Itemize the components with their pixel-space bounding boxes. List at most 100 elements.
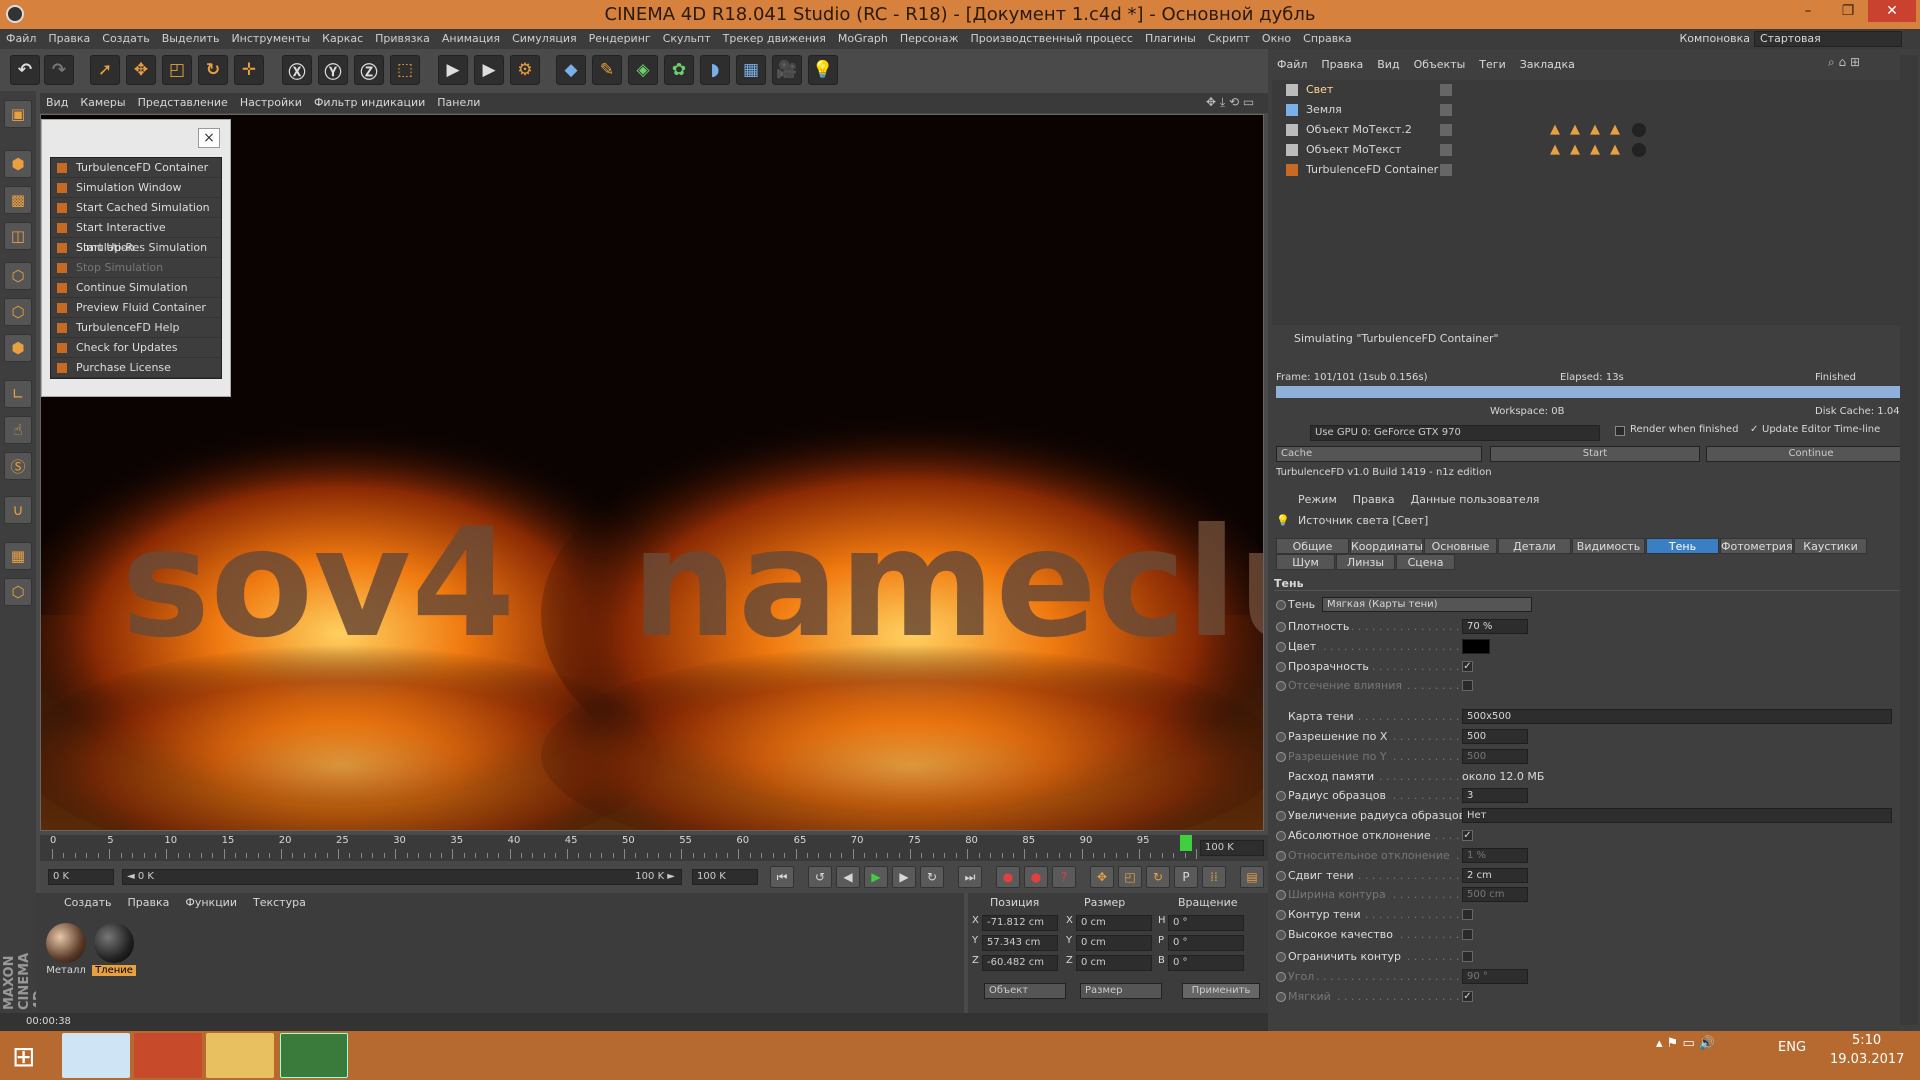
attribute-checkbox[interactable] — [1462, 951, 1473, 962]
attribute-value[interactable]: 3 — [1462, 788, 1528, 804]
points-mode-icon[interactable]: ⬡ — [4, 262, 32, 290]
update-timeline-checkbox[interactable]: ✓ — [1750, 424, 1758, 435]
attribute-value[interactable]: 70 % — [1462, 619, 1528, 634]
coord-size-field[interactable]: 0 cm — [1076, 915, 1152, 931]
prev-key-icon[interactable]: ↺ — [808, 866, 832, 888]
menu-item[interactable]: Окно — [1256, 29, 1297, 49]
menu-item[interactable]: Анимация — [436, 29, 506, 49]
explorer-taskbar-icon[interactable] — [206, 1033, 274, 1078]
material-swatch[interactable]: Металл — [44, 923, 88, 983]
tab-3[interactable]: Детали — [1498, 538, 1571, 554]
tab-1[interactable]: Координаты — [1350, 538, 1423, 554]
coord-rot-field[interactable]: 0 ° — [1168, 955, 1244, 971]
next-key-icon[interactable]: ↻ — [920, 866, 944, 888]
attribute-anim-radio[interactable] — [1276, 952, 1286, 962]
coord-mode-select[interactable]: Объект — [984, 983, 1066, 999]
gpu-select[interactable]: Use GPU 0: GeForce GTX 970 — [1310, 425, 1600, 441]
menu-item[interactable]: Рендеринг — [583, 29, 657, 49]
end-frame-field[interactable]: 100 K — [1200, 840, 1264, 856]
key-scale-icon[interactable]: ◰ — [1118, 866, 1142, 888]
menu-item[interactable]: Инструменты — [225, 29, 316, 49]
menu-item[interactable]: Правка — [42, 29, 96, 49]
record-icon[interactable]: ● — [996, 866, 1020, 888]
object-menu-item[interactable]: Объекты — [1407, 58, 1473, 71]
select-arrow-icon[interactable]: ➚ — [90, 55, 120, 85]
attribute-value[interactable]: 500 cm — [1462, 887, 1528, 903]
coord-size-mode-select[interactable]: Размер — [1080, 983, 1162, 999]
apply-button[interactable]: Применить — [1182, 983, 1260, 999]
lock-workplane-icon[interactable]: ⬡ — [4, 578, 32, 606]
move-icon[interactable]: ✥ — [126, 55, 156, 85]
shadow-type-select[interactable]: Мягкая (Карты тени) — [1322, 597, 1532, 612]
attribute-value[interactable]: 2 cm — [1462, 867, 1528, 883]
key-pla-icon[interactable]: ⁞⁞ — [1202, 866, 1226, 888]
menu-item[interactable]: Справка — [1297, 29, 1357, 49]
object-visibility-icon[interactable] — [1440, 164, 1452, 176]
popup-menu-item[interactable]: Simulation Window — [51, 178, 221, 198]
coord-pos-field[interactable]: 57.343 cm — [982, 935, 1058, 951]
object-row[interactable]: Объект MoТекст ▲ ▲ ▲ ▲ — [1272, 140, 1900, 160]
key-param-icon[interactable]: P — [1174, 866, 1198, 888]
tab-4[interactable]: Видимость — [1572, 538, 1645, 554]
attribute-anim-radio[interactable] — [1276, 811, 1286, 822]
tab-7[interactable]: Каустики — [1794, 538, 1867, 554]
attribute-value[interactable]: 90 ° — [1462, 968, 1528, 984]
menu-item[interactable]: Выделить — [156, 29, 226, 49]
menu-item[interactable]: Создать — [96, 29, 156, 49]
model-mode-icon[interactable]: ⬢ — [4, 150, 32, 178]
tab-1[interactable]: Линзы — [1336, 554, 1395, 570]
axis-mode-icon[interactable]: ∟ — [4, 380, 32, 408]
object-row[interactable]: TurbulenceFD Container — [1272, 160, 1900, 180]
attribute-anim-radio[interactable] — [1276, 732, 1286, 742]
attribute-anim-radio[interactable] — [1276, 930, 1286, 940]
menu-item[interactable]: Скульпт — [657, 29, 717, 49]
make-editable-icon[interactable]: ▣ — [4, 100, 32, 128]
key-rotation-icon[interactable]: ↻ — [1146, 866, 1170, 888]
tray-date[interactable]: 19.03.2017 — [1830, 1052, 1904, 1067]
menu-item[interactable]: Каркас — [316, 29, 369, 49]
maximize-button[interactable]: ❐ — [1828, 0, 1868, 22]
workplane-icon[interactable]: ◫ — [4, 222, 32, 250]
cinema4d-app-icon[interactable] — [6, 5, 24, 23]
tab-0[interactable]: Общие — [1276, 538, 1349, 554]
popup-menu-item[interactable]: Start Up-Res Simulation — [51, 238, 221, 258]
object-row[interactable]: Свет — [1272, 80, 1900, 100]
tab-6[interactable]: Фотометрия — [1720, 538, 1793, 554]
material-tag-icon[interactable] — [1632, 143, 1646, 157]
menu-item[interactable]: Трекер движения — [717, 29, 832, 49]
menu-item[interactable]: MoGraph — [832, 29, 894, 49]
timeline-layout-icon[interactable]: ▤ — [1240, 866, 1264, 888]
attribute-checkbox[interactable] — [1462, 680, 1473, 692]
start-frame-field[interactable]: 0 K — [48, 869, 114, 885]
cube-icon[interactable]: ◆ — [556, 55, 586, 85]
attribute-anim-radio[interactable] — [1276, 641, 1286, 652]
menu-item[interactable]: Привязка — [369, 29, 436, 49]
undo-icon[interactable]: ↶ — [10, 55, 40, 85]
recent-tool-icon[interactable]: ✛ — [234, 55, 264, 85]
object-manager-search-icon[interactable]: ⌕ ⌂ ⊞ — [1828, 55, 1860, 70]
menu-item[interactable]: Производственный процесс — [965, 29, 1139, 49]
tag-warning-icon[interactable]: ▲ — [1550, 120, 1560, 140]
material-menu-item[interactable]: Текстура — [245, 896, 314, 909]
pen-icon[interactable]: ✎ — [592, 55, 622, 85]
cinema4d-taskbar-icon[interactable] — [280, 1033, 348, 1078]
popup-menu-item[interactable]: Continue Simulation — [51, 278, 221, 298]
attribute-anim-radio[interactable] — [1276, 991, 1286, 1002]
popup-menu-item[interactable]: TurbulenceFD Container — [51, 158, 221, 178]
continue-button[interactable]: Continue — [1706, 446, 1916, 462]
magnet-icon[interactable]: ∪ — [4, 496, 32, 524]
coord-size-field[interactable]: 0 cm — [1076, 955, 1152, 971]
timeline-ruler[interactable]: 0 5 10 15 20 25 30 35 40 45 50 55 60 65 70 75 80 85 90 95 — [40, 835, 1268, 861]
viewport-nav-icons[interactable]: ✥ ⤓ ⟲ ▭ — [1206, 95, 1254, 110]
attribute-anim-radio[interactable] — [1276, 910, 1286, 921]
attribute-anim-radio[interactable] — [1276, 661, 1286, 672]
object-menu-item[interactable]: Вид — [1370, 58, 1406, 71]
render-finished-checkbox[interactable] — [1615, 426, 1625, 436]
attribute-menu-item[interactable]: Данные пользователя — [1403, 493, 1548, 506]
attribute-checkbox[interactable]: ✓ — [1462, 660, 1473, 672]
menu-item[interactable]: Файл — [0, 29, 42, 49]
tab-2[interactable]: Основные — [1424, 538, 1497, 554]
menu-item[interactable]: Плагины — [1139, 29, 1202, 49]
attribute-anim-radio[interactable] — [1276, 681, 1286, 692]
attribute-anim-radio[interactable] — [1276, 622, 1286, 632]
